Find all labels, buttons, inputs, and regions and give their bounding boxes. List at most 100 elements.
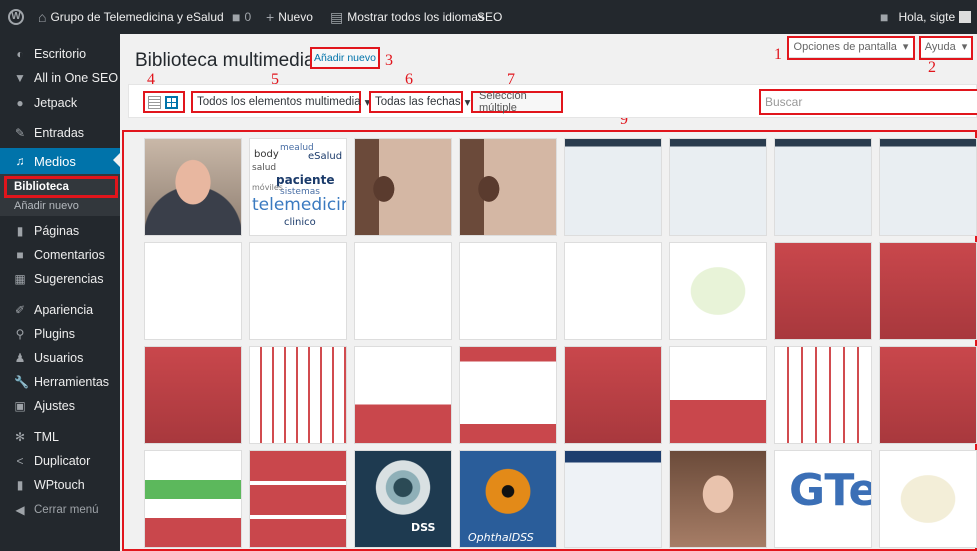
seo-link[interactable]: SEO: [477, 0, 502, 34]
jetpack-icon: ●: [16, 96, 24, 110]
attachment-thumbnail[interactable]: OphthalDSS: [459, 450, 557, 548]
pin-icon: ✎: [14, 126, 26, 140]
menu-paginas[interactable]: ▮ Páginas: [0, 219, 120, 243]
feedback-icon: ▦: [14, 272, 26, 286]
attachment-thumbnail[interactable]: [249, 450, 347, 548]
attachment-thumbnail[interactable]: [879, 242, 977, 340]
seo-icon: ▼: [14, 71, 26, 85]
attachment-thumbnail[interactable]: [459, 138, 557, 236]
attachment-thumbnail[interactable]: [564, 138, 662, 236]
menu-herramientas[interactable]: 🔧 Herramientas: [0, 370, 120, 394]
media-type-filter[interactable]: Todos los elementos multimedia ▾: [191, 91, 370, 113]
attachment-thumbnail[interactable]: [669, 242, 767, 340]
translate-icon: ▤: [330, 9, 344, 25]
home-icon: ⌂: [38, 9, 47, 25]
menu-tml[interactable]: ✻ TML: [0, 425, 120, 449]
search-input[interactable]: Buscar: [759, 89, 977, 115]
tools-icon: 🔧: [14, 375, 29, 389]
menu-all-in-one-seo[interactable]: ▼ All in One SEO: [0, 66, 120, 90]
menu-medios[interactable]: ♫ Medios: [0, 148, 120, 174]
menu-sugerencias[interactable]: ▦ Sugerencias: [0, 267, 120, 291]
pages-icon: ▮: [16, 224, 24, 238]
attachment-thumbnail[interactable]: GTe: [774, 450, 872, 548]
view-switch: [143, 91, 185, 113]
menu-usuarios[interactable]: ♟ Usuarios: [0, 346, 120, 370]
bulk-select-button[interactable]: Selección múltiple: [471, 90, 563, 114]
list-view-icon[interactable]: [148, 95, 161, 109]
attachment-thumbnail[interactable]: [564, 346, 662, 444]
attachment-thumbnail[interactable]: [669, 138, 767, 236]
new-content-link[interactable]: + Nuevo: [266, 0, 313, 34]
admin-sidebar: ◐ Escritorio ▼ All in One SEO ● Jetpack ✎ En…: [0, 34, 120, 551]
attachment-thumbnail[interactable]: [144, 450, 242, 548]
main-content: Opciones de pantalla ▾ Ayuda ▾ 1 2 Bibliot…: [120, 34, 977, 551]
media-grid: body mealud eSalud salud paciente sistem…: [122, 130, 977, 551]
comment-icon: ■: [232, 9, 241, 25]
menu-comentarios[interactable]: ■ Comentarios: [0, 243, 120, 267]
add-new-button[interactable]: Añadir nuevo: [310, 47, 380, 69]
menu-entradas[interactable]: ✎ Entradas: [0, 121, 120, 145]
chevron-down-icon: ▾: [464, 97, 471, 109]
attachment-thumbnail[interactable]: [669, 346, 767, 444]
menu-wptouch[interactable]: ▮ WPtouch: [0, 473, 120, 497]
grid-view-icon[interactable]: [165, 95, 178, 109]
site-name-link[interactable]: ⌂ Grupo de Telemedicina y eSalud: [38, 0, 224, 34]
dashboard-icon: ◐: [16, 47, 24, 61]
menu-duplicator[interactable]: < Duplicator: [0, 449, 120, 473]
attachment-thumbnail[interactable]: [144, 346, 242, 444]
attachment-thumbnail[interactable]: [774, 138, 872, 236]
account-menu[interactable]: ■ Hola, sigte: [880, 0, 972, 34]
attachment-thumbnail[interactable]: [879, 450, 977, 548]
share-icon: <: [16, 454, 24, 468]
attachment-thumbnail[interactable]: [564, 450, 662, 548]
menu-apariencia[interactable]: ✐ Apariencia: [0, 298, 120, 322]
submenu-biblioteca[interactable]: Biblioteca: [14, 181, 69, 193]
media-toolbar: Todos los elementos multimedia ▾ Todas la…: [128, 84, 977, 118]
users-icon: ♟: [14, 351, 26, 365]
attachment-thumbnail[interactable]: DSS: [354, 450, 452, 548]
admin-bar: W ⌂ Grupo de Telemedicina y eSalud ■ 0 +…: [0, 0, 977, 34]
attachment-thumbnail[interactable]: [144, 242, 242, 340]
menu-escritorio[interactable]: ◐ Escritorio: [0, 42, 120, 66]
comments-link[interactable]: ■ 0: [232, 0, 251, 34]
wordpress-logo-icon[interactable]: W: [8, 0, 24, 34]
menu-ajustes[interactable]: ▣ Ajustes: [0, 394, 120, 418]
plugins-icon: ⚲: [15, 327, 25, 341]
media-icon: ♫: [15, 154, 25, 168]
attachment-thumbnail[interactable]: body mealud eSalud salud paciente sistem…: [249, 138, 347, 236]
settings-icon: ▣: [14, 399, 26, 413]
menu-jetpack[interactable]: ● Jetpack: [0, 91, 120, 115]
date-filter[interactable]: Todas las fechas ▾: [369, 91, 470, 113]
attachment-thumbnail[interactable]: [774, 346, 872, 444]
attachment-thumbnail[interactable]: [144, 138, 242, 236]
attachment-thumbnail[interactable]: [249, 346, 347, 444]
page-title: Biblioteca multimedia: [135, 50, 315, 71]
avatar: [959, 11, 972, 23]
attachment-thumbnail[interactable]: [354, 346, 452, 444]
attachment-thumbnail[interactable]: [354, 138, 452, 236]
attachment-thumbnail[interactable]: [879, 138, 977, 236]
languages-link[interactable]: ▤ Mostrar todos los idiomas: [330, 0, 484, 34]
phone-icon: ▮: [16, 478, 24, 492]
collapse-menu-button[interactable]: ◀ Cerrar menú: [0, 498, 120, 522]
submenu-anadir-nuevo[interactable]: Añadir nuevo: [14, 200, 79, 212]
annotation-number-3: 3: [385, 52, 393, 69]
gear-icon: ✻: [14, 430, 26, 444]
attachment-thumbnail[interactable]: [249, 242, 347, 340]
attachment-thumbnail[interactable]: [459, 242, 557, 340]
collapse-icon: ◀: [15, 503, 25, 517]
annotation-number-1: 1: [774, 46, 782, 63]
notification-icon: ■: [880, 9, 889, 25]
attachment-thumbnail[interactable]: [879, 346, 977, 444]
annotation-box-screen-options: [787, 36, 915, 60]
attachment-thumbnail[interactable]: [459, 346, 557, 444]
attachment-thumbnail[interactable]: [564, 242, 662, 340]
menu-plugins[interactable]: ⚲ Plugins: [0, 322, 120, 346]
attachment-thumbnail[interactable]: [669, 450, 767, 548]
annotation-number-2: 2: [928, 59, 936, 76]
attachment-thumbnail[interactable]: [354, 242, 452, 340]
media-submenu: Biblioteca Añadir nuevo: [0, 174, 120, 216]
comments-icon: ■: [16, 248, 24, 262]
attachment-thumbnail[interactable]: [774, 242, 872, 340]
plus-icon: +: [266, 9, 275, 25]
